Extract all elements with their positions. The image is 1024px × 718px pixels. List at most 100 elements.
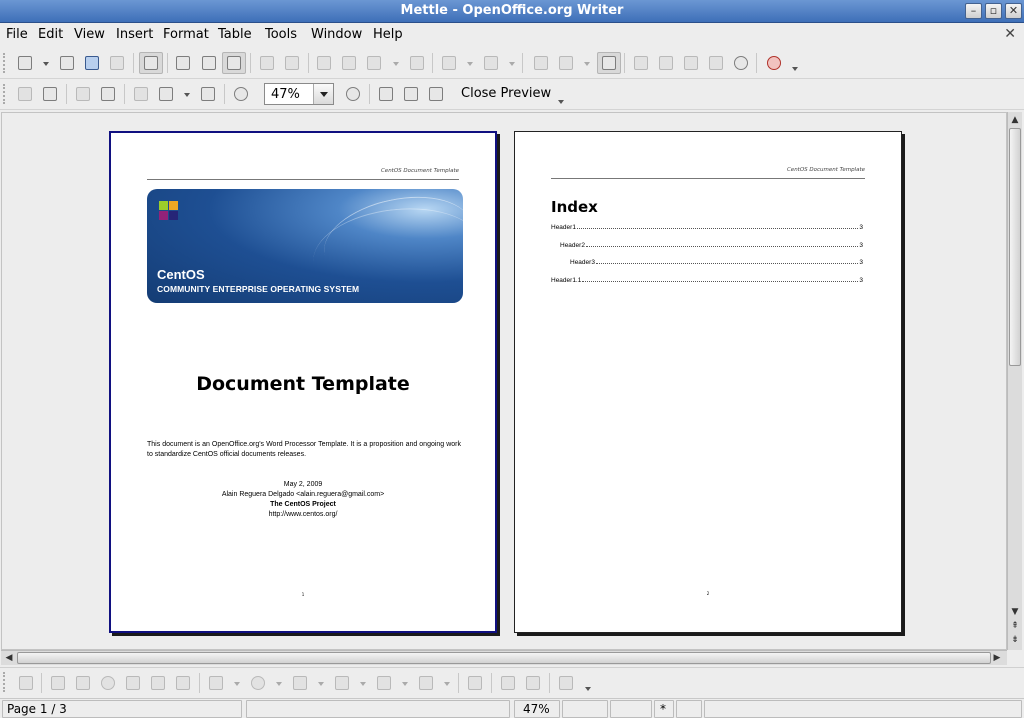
page-indicator[interactable]: Page 1 / 3 — [2, 700, 242, 718]
next-page-scroll-icon[interactable]: ⇟ — [1009, 634, 1021, 646]
paste-icon[interactable] — [365, 54, 383, 72]
points-icon[interactable] — [466, 674, 484, 692]
symbol-shapes-icon[interactable] — [249, 674, 267, 692]
block-arrows-icon[interactable] — [291, 674, 309, 692]
nonprinting-chars-icon[interactable] — [707, 54, 725, 72]
paste-dropdown-icon[interactable] — [393, 62, 399, 66]
first-page-icon[interactable] — [74, 85, 92, 103]
digital-signature-cell[interactable] — [676, 700, 702, 718]
zoom-in-icon[interactable] — [232, 85, 250, 103]
selection-mode-cell[interactable] — [610, 700, 652, 718]
help-icon[interactable] — [765, 54, 783, 72]
basic-shapes-icon[interactable] — [207, 674, 225, 692]
last-page-icon[interactable] — [99, 85, 117, 103]
from-file-icon[interactable] — [524, 674, 542, 692]
vertical-scrollbar[interactable]: ▲ ▼ ⇞ ⇟ — [1007, 112, 1022, 650]
print-icon[interactable] — [200, 54, 218, 72]
symbol-shapes-dropdown-icon[interactable] — [276, 682, 282, 686]
spellcheck-icon[interactable] — [258, 54, 276, 72]
minimize-button[interactable]: – — [965, 3, 982, 19]
table-icon[interactable] — [557, 54, 575, 72]
undo-icon[interactable] — [440, 54, 458, 72]
modified-indicator[interactable]: * — [654, 700, 674, 718]
menu-help[interactable]: Help — [373, 27, 403, 42]
block-arrows-dropdown-icon[interactable] — [318, 682, 324, 686]
callouts-dropdown-icon[interactable] — [402, 682, 408, 686]
fontwork-icon[interactable] — [499, 674, 517, 692]
zoom-value[interactable]: 47% — [271, 87, 300, 102]
multiple-pages-dropdown-icon[interactable] — [184, 93, 190, 97]
copy-icon[interactable] — [340, 54, 358, 72]
save-icon[interactable] — [83, 54, 101, 72]
menu-file[interactable]: File — [6, 27, 28, 42]
callouts-icon[interactable] — [375, 674, 393, 692]
menu-format[interactable]: Format — [163, 27, 209, 42]
vertical-scroll-thumb[interactable] — [1009, 128, 1021, 366]
toolbar-grip[interactable] — [3, 84, 7, 104]
close-preview-button[interactable]: Close Preview — [461, 86, 551, 101]
page-style-cell[interactable] — [246, 700, 510, 718]
horizontal-scrollbar[interactable]: ◀ ▶ — [1, 650, 1007, 665]
ellipse-tool-icon[interactable] — [99, 674, 117, 692]
page-preview-icon[interactable] — [225, 54, 243, 72]
scroll-up-icon[interactable]: ▲ — [1009, 114, 1021, 126]
toolbar-grip[interactable] — [3, 53, 7, 73]
toolbar-overflow-icon[interactable] — [792, 67, 798, 71]
email-icon[interactable] — [108, 54, 126, 72]
menu-tools[interactable]: Tools — [265, 27, 297, 42]
new-document-icon[interactable] — [16, 54, 34, 72]
menu-table[interactable]: Table — [218, 27, 252, 42]
print-preview-icon[interactable] — [427, 85, 445, 103]
stars-dropdown-icon[interactable] — [444, 682, 450, 686]
export-pdf-icon[interactable] — [174, 54, 192, 72]
redo-icon[interactable] — [482, 54, 500, 72]
previous-page-scroll-icon[interactable]: ⇞ — [1009, 620, 1021, 632]
zoom-out-icon[interactable] — [344, 85, 362, 103]
close-window-button[interactable]: ✕ — [1005, 3, 1022, 19]
line-tool-icon[interactable] — [49, 674, 67, 692]
menu-view[interactable]: View — [74, 27, 105, 42]
close-document-icon[interactable]: ✕ — [1004, 26, 1016, 42]
table-dropdown-icon[interactable] — [584, 62, 590, 66]
scroll-left-icon[interactable]: ◀ — [3, 652, 15, 664]
stars-icon[interactable] — [417, 674, 435, 692]
zoom-indicator[interactable]: 47% — [514, 700, 560, 718]
rectangle-tool-icon[interactable] — [74, 674, 92, 692]
maximize-button[interactable]: ▫ — [985, 3, 1002, 19]
cut-icon[interactable] — [315, 54, 333, 72]
navigator-icon[interactable] — [657, 54, 675, 72]
clone-formatting-icon[interactable] — [408, 54, 426, 72]
basic-shapes-dropdown-icon[interactable] — [234, 682, 240, 686]
page-1[interactable]: CentOS Document Template CentOS COMMUNIT… — [109, 131, 497, 633]
freeform-line-icon[interactable] — [124, 674, 142, 692]
zoom-combo[interactable]: 47% — [264, 83, 334, 105]
horizontal-scroll-thumb[interactable] — [17, 652, 991, 664]
autospellcheck-icon[interactable] — [283, 54, 301, 72]
gallery-icon[interactable] — [682, 54, 700, 72]
scroll-down-icon[interactable]: ▼ — [1009, 606, 1021, 618]
show-draw-functions-icon[interactable] — [600, 54, 618, 72]
new-dropdown-icon[interactable] — [43, 62, 49, 66]
toolbar-overflow-icon[interactable] — [558, 100, 564, 104]
hyperlink-icon[interactable] — [532, 54, 550, 72]
text-tool-icon[interactable] — [149, 674, 167, 692]
menu-insert[interactable]: Insert — [116, 27, 153, 42]
next-page-icon[interactable] — [41, 85, 59, 103]
find-replace-icon[interactable] — [632, 54, 650, 72]
menu-edit[interactable]: Edit — [38, 27, 63, 42]
book-preview-icon[interactable] — [199, 85, 217, 103]
full-screen-icon[interactable] — [377, 85, 395, 103]
redo-dropdown-icon[interactable] — [509, 62, 515, 66]
page-2[interactable]: CentOS Document Template Index Header1 3 … — [514, 131, 902, 633]
open-icon[interactable] — [58, 54, 76, 72]
flowchart-dropdown-icon[interactable] — [360, 682, 366, 686]
multiple-pages-icon[interactable] — [157, 85, 175, 103]
toolbar-grip[interactable] — [3, 672, 7, 692]
previous-page-icon[interactable] — [16, 85, 34, 103]
select-arrow-icon[interactable] — [17, 674, 35, 692]
menu-window[interactable]: Window — [311, 27, 362, 42]
scroll-right-icon[interactable]: ▶ — [991, 652, 1003, 664]
two-pages-icon[interactable] — [132, 85, 150, 103]
insert-mode-cell[interactable] — [562, 700, 608, 718]
zoom-icon[interactable] — [732, 54, 750, 72]
